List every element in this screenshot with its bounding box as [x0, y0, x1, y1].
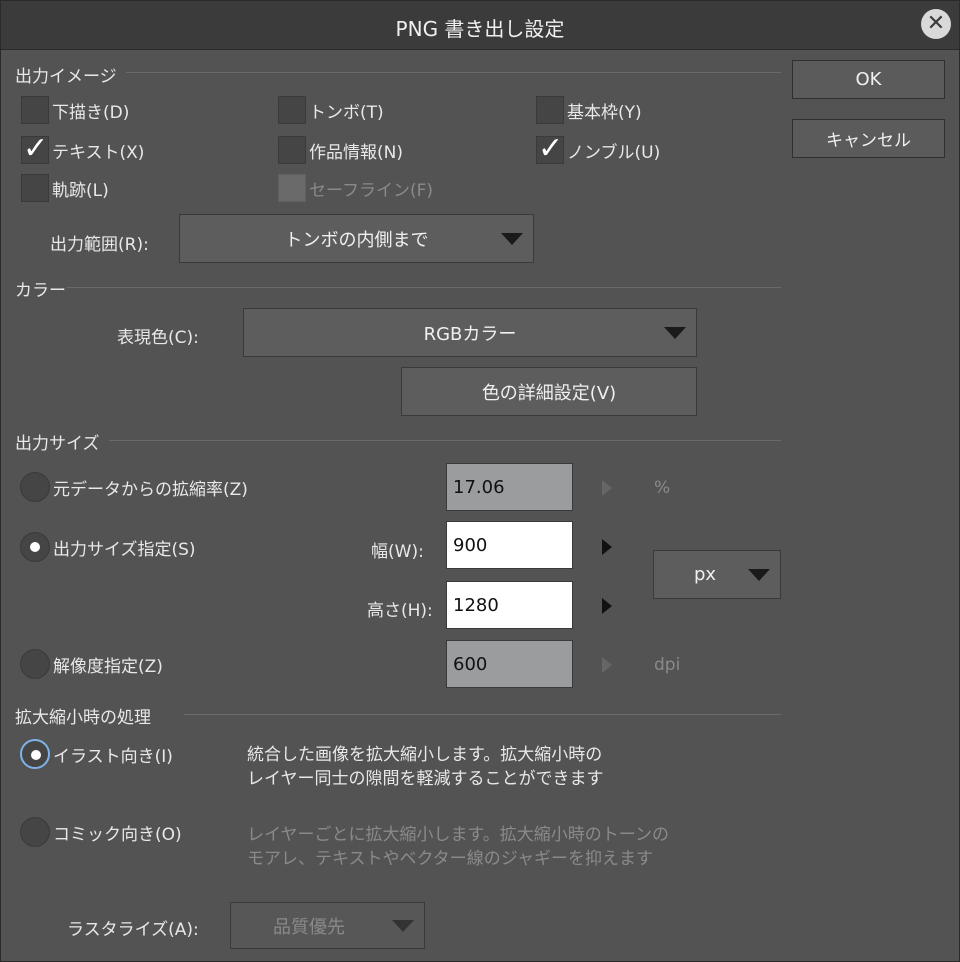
checkbox-box[interactable]: ✓ [21, 131, 49, 166]
radio-button[interactable] [20, 649, 50, 679]
resolution-unit: dpi [654, 655, 681, 675]
checkbox-page-number[interactable]: ✓ ノンブル(U) [536, 131, 661, 166]
dialog-title: PNG 書き出し設定 [395, 17, 565, 41]
output-range-select[interactable]: トンボの内側まで [179, 214, 534, 263]
radio-label: コミック向き(O) [53, 824, 182, 845]
chevron-down-icon [748, 568, 770, 581]
checkbox-label: ノンブル(U) [567, 142, 661, 163]
description-line: モアレ、テキストやベクター線のジャギーを抑えます [247, 849, 653, 869]
checkbox-label: 作品情報(N) [309, 142, 403, 163]
checkbox-label: テキスト(X) [52, 142, 145, 163]
width-label: 幅(W): [371, 542, 424, 562]
radio-illust[interactable]: イラスト向き(I) [20, 739, 173, 769]
height-label: 高さ(H): [367, 601, 433, 621]
checkbox-trace[interactable]: 軌跡(L) [21, 174, 109, 202]
radio-label: イラスト向き(I) [53, 746, 173, 767]
illust-description: 統合した画像を拡大縮小します。拡大縮小時の レイヤー同士の隙間を軽減することがで… [247, 743, 604, 791]
checkbox-text[interactable]: ✓ テキスト(X) [21, 131, 145, 166]
checkbox-work-info[interactable]: 作品情報(N) [278, 136, 403, 164]
radio-label: 元データからの拡縮率(Z) [53, 479, 248, 500]
stepper-arrow-icon[interactable] [602, 539, 612, 555]
checkbox-label: 軌跡(L) [52, 180, 109, 201]
output-size-heading: 出力サイズ [15, 434, 100, 454]
select-value: RGBカラー [423, 323, 517, 345]
color-expression-label: 表現色(C): [117, 328, 199, 348]
radio-label: 解像度指定(Z) [53, 656, 163, 677]
radio-button[interactable] [20, 472, 50, 502]
checkbox-label: 下描き(D) [52, 102, 130, 123]
checkbox-box[interactable]: ✓ [536, 131, 564, 166]
select-value: 品質優先 [273, 916, 345, 938]
scale-input: 17.06 [446, 463, 573, 511]
stepper-arrow-icon [602, 480, 612, 496]
color-heading: カラー [15, 281, 66, 301]
close-icon[interactable]: ✕ [921, 9, 951, 39]
stepper-arrow-icon[interactable] [602, 598, 612, 614]
color-detail-button[interactable]: 色の詳細設定(V) [401, 367, 697, 416]
checkbox-box [278, 174, 306, 202]
comic-description: レイヤーごとに拡大縮小します。拡大縮小時のトーンの モアレ、テキストやベクター線… [247, 823, 669, 871]
checkbox-box[interactable] [278, 96, 306, 124]
select-value: トンボの内側まで [284, 229, 429, 251]
radio-label: 出力サイズ指定(S) [53, 539, 196, 560]
stepper-arrow-icon [602, 657, 612, 673]
checkbox-box[interactable] [21, 96, 49, 124]
width-input[interactable]: 900 [446, 521, 573, 569]
checkbox-safe-line: セーフライン(F) [278, 174, 433, 202]
resolution-input: 600 [446, 640, 573, 688]
radio-scale[interactable]: 元データからの拡縮率(Z) [20, 472, 248, 502]
description-line: 統合した画像を拡大縮小します。拡大縮小時の [247, 745, 603, 765]
radio-button[interactable] [20, 532, 50, 562]
chevron-down-icon [392, 919, 414, 932]
radio-button[interactable] [20, 739, 50, 769]
checkbox-draft[interactable]: 下描き(D) [21, 96, 129, 124]
png-export-dialog: PNG 書き出し設定 ✕ OK キャンセル 出力イメージ 下描き(D) トンボ(… [0, 0, 960, 962]
rasterize-select: 品質優先 [230, 902, 425, 949]
checkbox-box[interactable] [21, 174, 49, 202]
output-range-label: 出力範囲(R): [50, 235, 149, 255]
radio-comic[interactable]: コミック向き(O) [20, 817, 182, 847]
section-divider [67, 287, 781, 288]
checkbox-crop-marks[interactable]: トンボ(T) [278, 96, 384, 124]
checkbox-label: 基本枠(Y) [567, 102, 642, 123]
scale-unit: % [654, 478, 671, 498]
select-value: px [694, 564, 717, 585]
description-line: レイヤーごとに拡大縮小します。拡大縮小時のトーンの [247, 825, 669, 845]
section-divider [184, 714, 781, 715]
cancel-button[interactable]: キャンセル [792, 119, 945, 158]
chevron-down-icon [501, 232, 523, 245]
checkbox-label: トンボ(T) [309, 102, 384, 123]
radio-resolution[interactable]: 解像度指定(Z) [20, 649, 163, 679]
output-image-heading: 出力イメージ [15, 67, 117, 87]
title-bar[interactable]: PNG 書き出し設定 ✕ [1, 1, 959, 50]
ok-button[interactable]: OK [792, 60, 945, 99]
section-divider [109, 440, 781, 441]
checkbox-label: セーフライン(F) [309, 180, 434, 201]
checkbox-box[interactable] [536, 96, 564, 124]
checkmark-icon: ✓ [23, 131, 49, 166]
unit-select[interactable]: px [653, 550, 781, 599]
checkmark-icon: ✓ [538, 131, 564, 166]
radio-button[interactable] [20, 817, 50, 847]
chevron-down-icon [664, 326, 686, 339]
rasterize-label: ラスタライズ(A): [67, 920, 199, 940]
height-input[interactable]: 1280 [446, 581, 573, 629]
checkbox-basic-frame[interactable]: 基本枠(Y) [536, 96, 642, 124]
radio-output-size[interactable]: 出力サイズ指定(S) [20, 532, 196, 562]
section-divider [126, 72, 781, 73]
scaling-heading: 拡大縮小時の処理 [15, 708, 151, 728]
description-line: レイヤー同士の隙間を軽減することができます [247, 769, 604, 789]
color-expression-select[interactable]: RGBカラー [243, 308, 697, 357]
checkbox-box[interactable] [278, 136, 306, 164]
